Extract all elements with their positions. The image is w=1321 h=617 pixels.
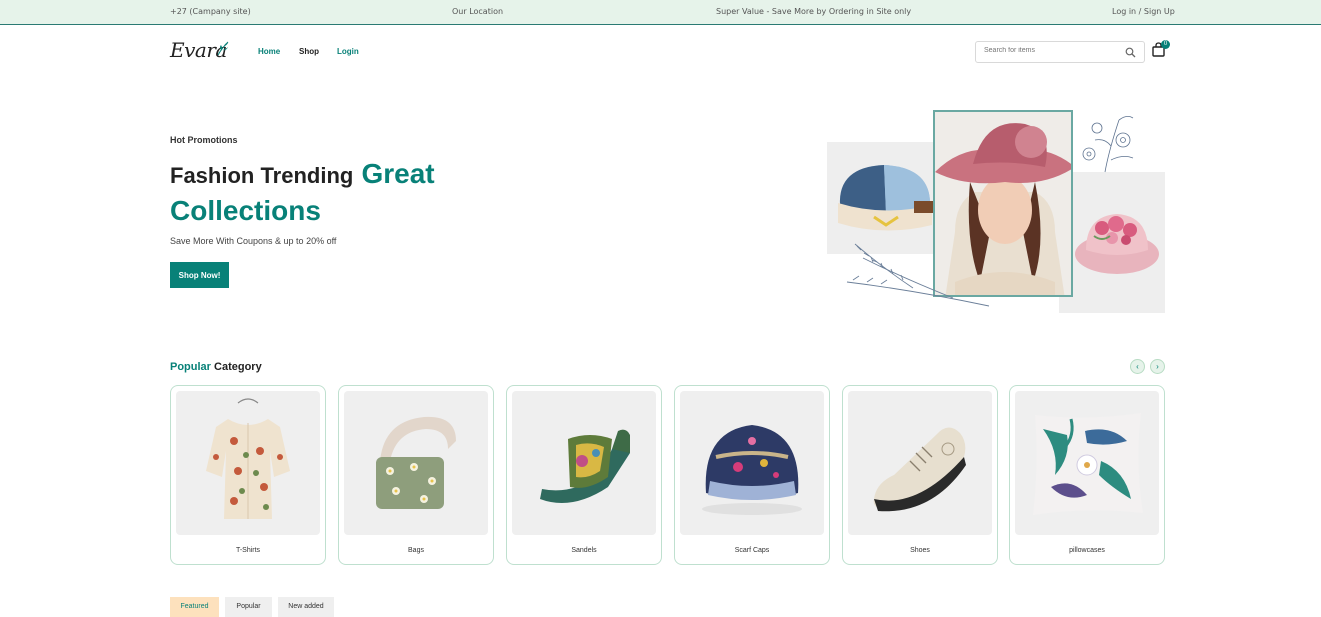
login-signup-link[interactable]: Log in / Sign Up bbox=[1112, 7, 1175, 16]
cart-count-badge: 0 bbox=[1161, 40, 1170, 49]
carousel-prev-button[interactable]: ‹ bbox=[1130, 359, 1145, 374]
search-input[interactable] bbox=[984, 47, 1114, 54]
bag-icon bbox=[376, 416, 456, 509]
tab-popular[interactable]: Popular bbox=[225, 597, 272, 617]
search-icon[interactable] bbox=[1125, 47, 1136, 58]
category-card-pillowcases[interactable]: pillowcases bbox=[1009, 385, 1165, 565]
hero-title: Fashion Trending Great bbox=[170, 158, 435, 190]
lavender-sketch-icon bbox=[846, 243, 990, 307]
category-thumb bbox=[512, 391, 656, 535]
sandal-icon bbox=[540, 429, 630, 503]
topbar-location[interactable]: Our Location bbox=[452, 7, 503, 16]
carousel-next-button[interactable]: › bbox=[1150, 359, 1165, 374]
flower-hat-image bbox=[1075, 214, 1159, 274]
cap-image bbox=[838, 165, 934, 231]
search-box bbox=[975, 41, 1145, 63]
category-card-scarf-caps[interactable]: Scarf Caps bbox=[674, 385, 830, 565]
flower-sketch-icon bbox=[1082, 116, 1134, 173]
category-label: pillowcases bbox=[1069, 547, 1105, 554]
topbar-phone: +27 (Campany site) bbox=[170, 7, 251, 16]
nav-shop[interactable]: Shop bbox=[299, 47, 319, 56]
tab-featured[interactable]: Featured bbox=[170, 597, 219, 617]
nav-login[interactable]: Login bbox=[337, 47, 359, 56]
topbar-promo: Super Value - Save More by Ordering in S… bbox=[716, 7, 912, 16]
category-thumb bbox=[176, 391, 320, 535]
shoe-icon bbox=[873, 427, 966, 512]
heading-accent: Popular bbox=[170, 361, 211, 373]
nav-home[interactable]: Home bbox=[258, 47, 280, 56]
category-label: Sandels bbox=[571, 547, 597, 554]
category-card-shoes[interactable]: Shoes bbox=[842, 385, 998, 565]
hero-subtitle: Hot Promotions bbox=[170, 135, 238, 145]
category-card-sandels[interactable]: Sandels bbox=[506, 385, 662, 565]
tab-new-added[interactable]: New added bbox=[278, 597, 334, 617]
category-thumb bbox=[344, 391, 488, 535]
category-label: Bags bbox=[408, 547, 424, 554]
category-label: Shoes bbox=[910, 547, 930, 554]
top-bar: +27 (Campany site) Our Location Super Va… bbox=[0, 0, 1321, 25]
cap-icon bbox=[702, 425, 802, 515]
hero-title-accent: Great bbox=[361, 158, 435, 189]
pillow-icon bbox=[1033, 413, 1143, 515]
leaf-icon bbox=[217, 41, 229, 56]
hero-title-line2: Collections bbox=[170, 195, 321, 226]
shop-now-button[interactable]: Shop Now! bbox=[170, 262, 229, 288]
category-label: T-Shirts bbox=[235, 547, 261, 554]
category-thumb bbox=[1015, 391, 1159, 535]
hero-description: Save More With Coupons & up to 20% off bbox=[170, 236, 337, 246]
shirt-icon bbox=[206, 398, 290, 519]
heading-text: Category bbox=[214, 361, 262, 373]
category-label: Scarf Caps bbox=[734, 547, 770, 554]
category-card-bags[interactable]: Bags bbox=[338, 385, 494, 565]
category-thumb bbox=[848, 391, 992, 535]
popular-category-heading: Popular Category bbox=[170, 361, 262, 373]
category-thumb bbox=[680, 391, 824, 535]
category-card-tshirts[interactable]: T-Shirts bbox=[170, 385, 326, 565]
hero-title-text: Fashion Trending bbox=[170, 163, 354, 188]
